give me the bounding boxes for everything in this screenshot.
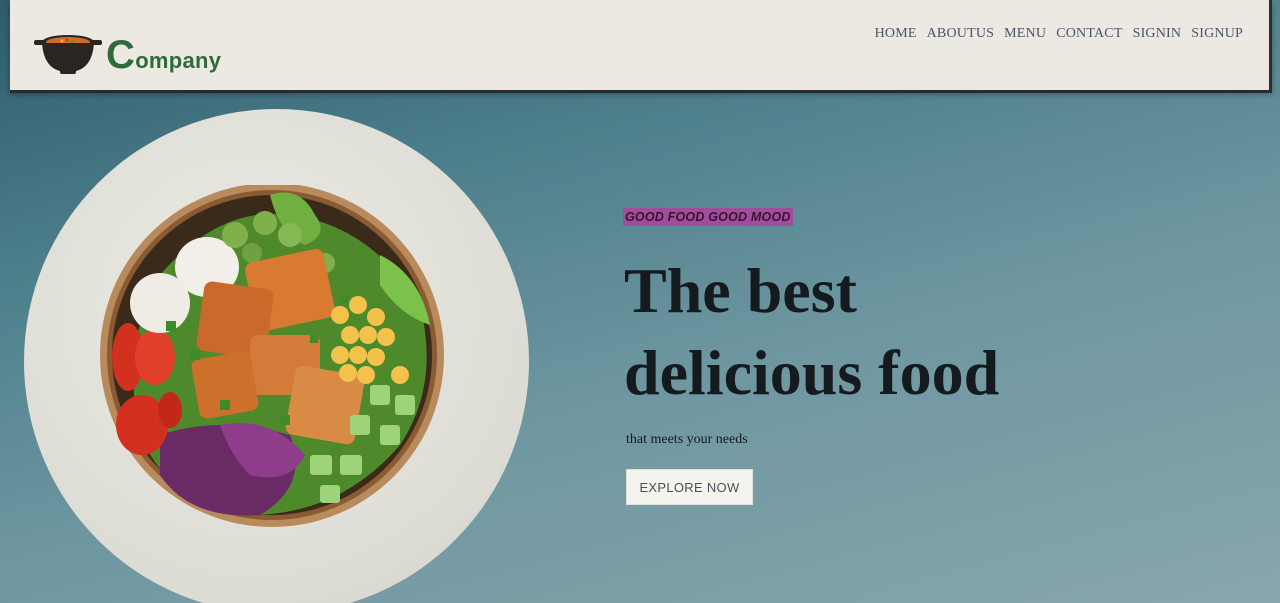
hero-headline: The best delicious food [624,250,999,414]
hero-subtitle: that meets your needs [626,432,748,447]
hero-tagline: GOOD FOOD GOOD MOOD [623,208,793,226]
explore-now-button[interactable]: EXPLORE NOW [626,469,753,505]
nav-home[interactable]: HOME [875,26,917,42]
header-bar: Company HOME ABOUTUS MENU CONTACT SIGNIN… [10,0,1272,90]
headline-line-1: The best [624,255,857,326]
nav-aboutus[interactable]: ABOUTUS [927,26,995,42]
nav-signup[interactable]: SIGNUP [1191,26,1243,42]
nav-menu[interactable]: MENU [1004,26,1046,42]
headline-line-2: delicious food [624,337,1000,408]
company-logo[interactable]: Company [32,28,221,76]
salad-bowl-image [100,185,444,527]
company-name: Company [106,35,222,75]
nav-signin[interactable]: SIGNIN [1133,26,1182,42]
logo-rest: ompany [135,48,222,73]
main-nav: HOME ABOUTUS MENU CONTACT SIGNIN SIGNUP [875,26,1243,42]
nav-contact[interactable]: CONTACT [1056,26,1122,42]
logo-initial: C [106,33,136,77]
cooking-pot-icon [34,35,102,74]
